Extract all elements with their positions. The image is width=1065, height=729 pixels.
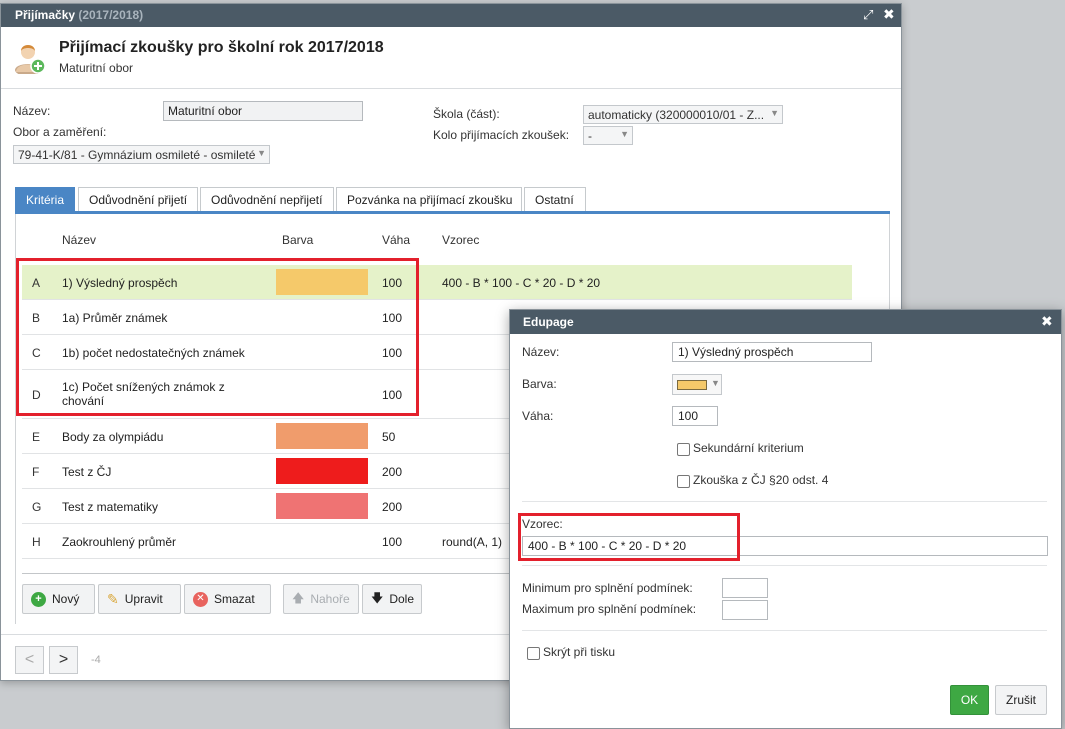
maximize-icon[interactable]: ⤢ <box>863 7 873 23</box>
dialog-divider <box>522 501 1047 502</box>
row-letter: G <box>32 499 42 514</box>
row-letter: F <box>32 464 40 479</box>
row-letter: E <box>32 429 41 444</box>
arrow-up-icon: 🡅 <box>292 590 305 605</box>
row-color-swatch <box>276 493 368 519</box>
hide-print-checkbox[interactable] <box>527 647 540 660</box>
next-page-button[interactable]: > <box>49 646 78 674</box>
close-icon[interactable]: ✖ <box>1041 313 1053 330</box>
page-subtitle: Maturitní obor <box>59 61 134 75</box>
name-label: Název: <box>13 104 51 118</box>
page-header: Přijímací zkoušky pro školní rok 2017/20… <box>1 27 901 89</box>
secondary-checkbox[interactable] <box>677 443 690 456</box>
page-title: Přijímací zkoušky pro školní rok 2017/20… <box>59 39 384 56</box>
dialog-title: Edupage <box>523 315 574 329</box>
chevron-down-icon: ▼ <box>711 378 720 388</box>
name-input[interactable]: Maturitní obor <box>163 101 363 121</box>
school-select-value: automaticky (320000010/01 - Z... <box>588 108 765 122</box>
plus-icon: + <box>31 591 46 607</box>
arrow-down-icon: 🡇 <box>371 590 384 605</box>
field-label: Obor a zaměření: <box>13 125 107 139</box>
row-name: Body za olympiádu <box>62 429 164 444</box>
row-weight: 200 <box>382 499 403 514</box>
max-input[interactable] <box>722 600 768 620</box>
edit-button-label: Upravit <box>124 592 163 606</box>
delete-button[interactable]: ✕ Smazat <box>184 584 271 614</box>
row-weight: 200 <box>382 464 403 479</box>
pencil-icon: ✎ <box>107 590 119 607</box>
row-color-swatch <box>276 458 368 484</box>
delete-icon: ✕ <box>193 591 208 607</box>
cancel-button[interactable]: Zrušit <box>995 685 1047 715</box>
tab-pozvanka[interactable]: Pozvánka na přijímací zkoušku <box>336 187 522 211</box>
dialog-divider <box>522 630 1047 631</box>
tab-oduvodneni-neprijeti[interactable]: Odůvodnění nepřijetí <box>200 187 334 211</box>
delete-button-label: Smazat <box>214 592 255 606</box>
pager-info: -4 <box>91 654 101 666</box>
field-select[interactable]: 79-41-K/81 - Gymnázium osmileté - osmile… <box>13 145 270 164</box>
edit-button[interactable]: ✎ Upravit <box>98 584 181 614</box>
column-header-color[interactable]: Barva <box>282 233 313 247</box>
row-formula: 400 - B * 100 - C * 20 - D * 20 <box>442 275 601 290</box>
field-select-value: 79-41-K/81 - Gymnázium osmileté - osmile… <box>18 148 256 162</box>
user-add-icon <box>15 45 46 74</box>
chevron-down-icon: ▼ <box>257 148 266 158</box>
ok-button[interactable]: OK <box>950 685 989 715</box>
close-icon[interactable]: ✖ <box>883 6 895 23</box>
school-select[interactable]: automaticky (320000010/01 - Z... ▼ <box>583 105 783 124</box>
dialog-name-input[interactable]: 1) Výsledný prospěch <box>672 342 872 362</box>
chevron-down-icon: ▼ <box>770 108 779 118</box>
new-button-label: Nový <box>52 592 80 606</box>
move-down-button[interactable]: 🡇 Dole <box>362 584 422 614</box>
row-name: Zaokrouhlený průměr <box>62 534 177 549</box>
window-title: Přijímačky (2017/2018) <box>15 8 143 22</box>
tab-kriteria[interactable]: Kritéria <box>15 187 75 211</box>
secondary-checkbox-label: Sekundární kriterium <box>693 441 804 455</box>
move-top-button-label: Nahoře <box>310 592 350 606</box>
window-title-text: Přijímačky <box>15 8 76 22</box>
chevron-down-icon: ▼ <box>620 129 629 139</box>
color-swatch <box>677 380 707 390</box>
min-input[interactable] <box>722 578 768 598</box>
column-header-weight[interactable]: Váha <box>382 233 410 247</box>
school-label: Škola (část): <box>433 107 500 121</box>
row-name: Test z ČJ <box>62 464 112 479</box>
cj-exam-checkbox-label: Zkouška z ČJ §20 odst. 4 <box>693 473 829 487</box>
window-title-year: (2017/2018) <box>78 8 144 22</box>
round-label: Kolo přijímacích zkoušek: <box>433 128 570 142</box>
color-picker[interactable]: ▼ <box>672 374 722 395</box>
dialog-color-label: Barva: <box>522 377 557 391</box>
highlight-box-formula <box>518 513 740 561</box>
row-weight: 100 <box>382 534 403 549</box>
column-header-formula[interactable]: Vzorec <box>442 233 479 247</box>
edit-dialog: Edupage ✖ Název: 1) Výsledný prospěch Ba… <box>509 309 1062 729</box>
row-weight: 50 <box>382 429 396 444</box>
column-header-name[interactable]: Název <box>62 233 96 247</box>
row-name: Test z matematiky <box>62 499 159 514</box>
dialog-name-label: Název: <box>522 345 560 359</box>
row-color-swatch <box>276 423 368 449</box>
highlight-box-criteria <box>16 258 419 416</box>
tab-oduvodneni-prijeti[interactable]: Odůvodnění přijetí <box>78 187 198 211</box>
hide-print-checkbox-label: Skrýt při tisku <box>543 645 616 659</box>
tab-ostatni[interactable]: Ostatní <box>524 187 586 211</box>
move-top-button[interactable]: 🡅 Nahoře <box>283 584 359 614</box>
prev-page-button[interactable]: < <box>15 646 44 674</box>
row-letter: H <box>32 534 41 549</box>
new-button[interactable]: + Nový <box>22 584 95 614</box>
move-down-button-label: Dole <box>389 592 415 606</box>
max-label: Maximum pro splnění podmínek: <box>522 602 697 616</box>
dialog-titlebar[interactable]: Edupage ✖ <box>510 310 1061 334</box>
main-titlebar[interactable]: Přijímačky (2017/2018) ⤢ ✖ <box>1 4 901 27</box>
dialog-divider <box>522 565 1047 566</box>
dialog-weight-input[interactable]: 100 <box>672 406 718 426</box>
round-select-value: - <box>588 129 592 143</box>
row-formula: round(A, 1) <box>442 534 503 549</box>
min-label: Minimum pro splnění podmínek: <box>522 581 693 595</box>
round-select[interactable]: - ▼ <box>583 126 633 145</box>
cj-exam-checkbox[interactable] <box>677 475 690 488</box>
dialog-weight-label: Váha: <box>522 409 554 423</box>
